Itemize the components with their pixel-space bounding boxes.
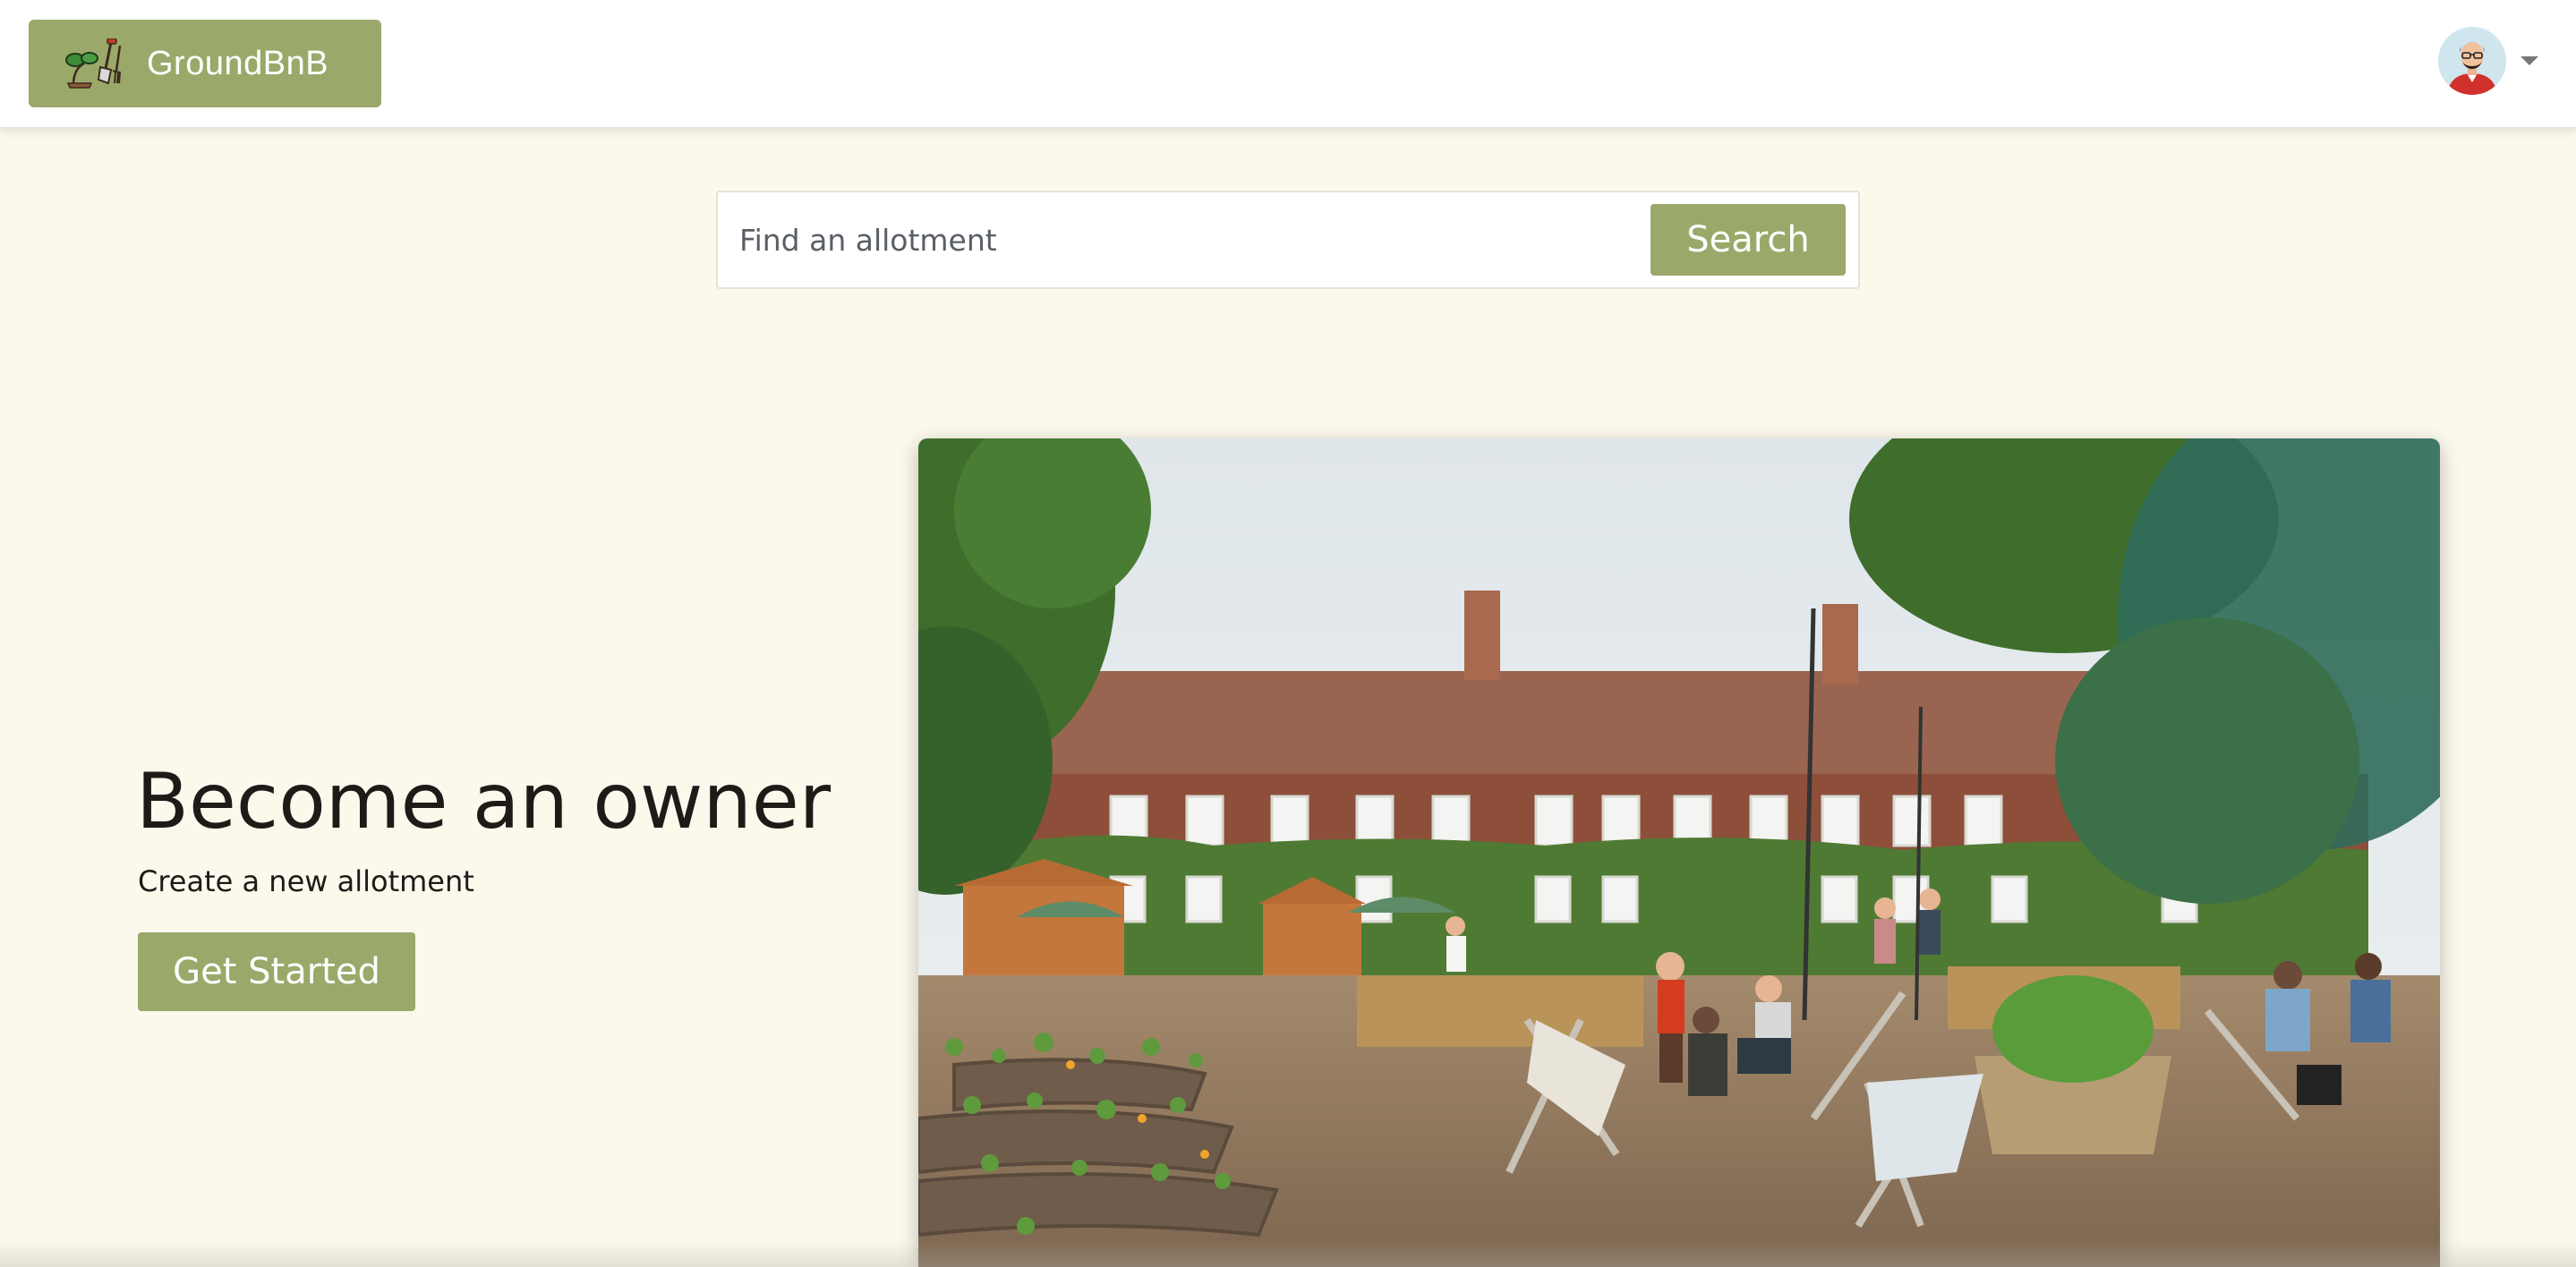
hero-subtitle: Create a new allotment (138, 864, 474, 898)
brand-home-button[interactable]: GroundBnB (29, 20, 381, 107)
top-navbar: GroundBnB (0, 0, 2576, 127)
gardening-tools-icon (65, 38, 122, 89)
brand-name: GroundBnB (147, 44, 329, 82)
hero-title: Become an owner (136, 757, 832, 846)
search-input[interactable] (718, 192, 1651, 287)
garden-illustration (918, 438, 2440, 1267)
get-started-button[interactable]: Get Started (138, 932, 415, 1011)
chevron-down-icon (2521, 56, 2538, 65)
search-bar: Search (716, 191, 1860, 289)
search-button[interactable]: Search (1651, 204, 1846, 276)
user-menu-toggle[interactable] (2438, 27, 2538, 95)
community-garden-photo (918, 438, 2440, 1267)
user-avatar-icon (2438, 27, 2506, 95)
